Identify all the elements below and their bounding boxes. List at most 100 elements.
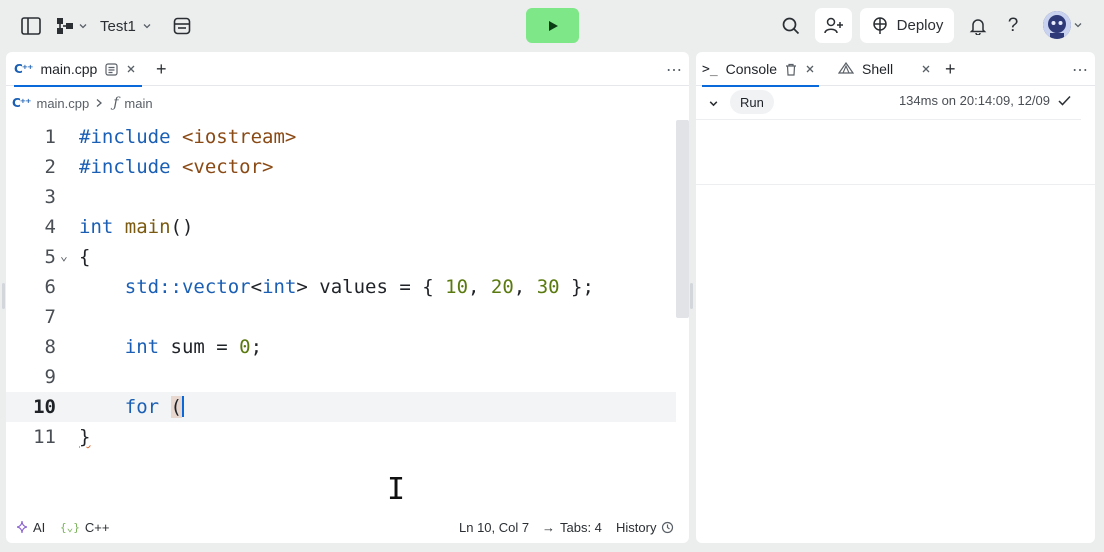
- sidebar-icon: [21, 17, 41, 35]
- close-icon[interactable]: [805, 64, 815, 74]
- breadcrumb: C⁺⁺ main.cpp ƒ main: [12, 93, 153, 113]
- code-line: 1 #include <iostream>: [6, 122, 676, 152]
- run-timestamp: 134ms on 20:14:09, 12/09: [899, 93, 1071, 108]
- workspace-menu-button[interactable]: [56, 13, 88, 39]
- terminal-icon: >_: [702, 61, 718, 77]
- line-number: 9: [44, 366, 56, 388]
- code-token: <: [250, 276, 263, 298]
- editor-more-icon[interactable]: ⋯: [666, 60, 683, 80]
- deploy-button[interactable]: Deploy: [860, 8, 954, 43]
- code-braces-icon: {⌄}: [60, 520, 80, 534]
- new-tab-button[interactable]: +: [156, 52, 167, 86]
- code-line: 7: [6, 302, 676, 332]
- breadcrumb-symbol[interactable]: main: [124, 96, 152, 111]
- chevron-right-icon: [96, 99, 103, 107]
- indentation-button[interactable]: → Tabs: 4: [542, 520, 602, 535]
- console-tab-bar: >_ Console Shell + ⋯: [696, 52, 1095, 87]
- code-token: int: [124, 336, 160, 358]
- line-number: 3: [44, 186, 56, 208]
- ai-label: AI: [33, 519, 46, 535]
- line-number: 11: [33, 426, 56, 448]
- tab-main-cpp[interactable]: C⁺⁺ main.cpp: [14, 52, 143, 87]
- current-code-line: 10 for (: [6, 392, 676, 422]
- invite-button[interactable]: [815, 8, 852, 43]
- code-token-error: }: [79, 426, 91, 448]
- tab-shell[interactable]: Shell: [838, 52, 893, 86]
- project-info-button[interactable]: [167, 11, 197, 41]
- chevron-down-icon[interactable]: [708, 98, 719, 109]
- language-button[interactable]: {⌄} C++: [60, 520, 109, 535]
- code-token: {: [79, 246, 91, 268]
- code-token: for: [124, 396, 160, 418]
- code-token: main: [124, 216, 171, 238]
- help-button[interactable]: ?: [998, 11, 1028, 41]
- editor-panel: C⁺⁺ main.cpp + ⋯ C⁺⁺ main.cpp ƒ main 1 #i…: [6, 52, 689, 543]
- editor-status-bar: AI {⌄} C++ Ln 10, Col 7 → Tabs: 4 Histor…: [6, 511, 689, 543]
- breadcrumb-file[interactable]: main.cpp: [36, 96, 89, 111]
- tabs-label: Tabs: 4: [560, 519, 602, 535]
- cpp-file-icon: C⁺⁺: [14, 62, 34, 76]
- code-token: 10: [445, 276, 469, 298]
- bell-icon: [969, 19, 987, 35]
- code-line: 11}: [6, 422, 676, 452]
- tab-console[interactable]: >_ Console: [702, 52, 820, 87]
- line-number: 10: [33, 396, 56, 418]
- fold-chevron-icon[interactable]: ⌄: [60, 242, 68, 272]
- run-label: Run: [740, 94, 764, 110]
- history-button[interactable]: History: [616, 520, 674, 535]
- run-button[interactable]: [526, 8, 579, 43]
- info-panel-icon: [173, 17, 191, 35]
- code-token: #include: [79, 156, 171, 178]
- run-time-label: 134ms on 20:14:09, 12/09: [898, 93, 1050, 108]
- avatar[interactable]: [1043, 11, 1071, 39]
- code-token: std::vector: [124, 276, 251, 298]
- notifications-button[interactable]: [963, 11, 993, 41]
- code-token: (): [170, 216, 194, 238]
- chevron-down-icon: [143, 24, 151, 29]
- code-line: 5 ⌄ {: [6, 242, 676, 272]
- sidebar-toggle-button[interactable]: [16, 11, 46, 41]
- pane-resize-handle[interactable]: [690, 283, 693, 309]
- code-token: sum =: [159, 336, 240, 358]
- console-more-icon[interactable]: ⋯: [1072, 60, 1089, 80]
- play-icon: [548, 20, 558, 31]
- history-icon: [662, 521, 674, 533]
- cursor-position-label: Ln 10, Col 7: [459, 519, 530, 535]
- left-resize-handle[interactable]: [2, 283, 5, 309]
- line-number: 8: [44, 336, 56, 358]
- code-editor[interactable]: 1 #include <iostream> 2 #include <vector> …: [6, 122, 676, 452]
- ai-sparkle-icon: [16, 520, 28, 534]
- deploy-label: Deploy: [896, 17, 944, 34]
- project-name-button[interactable]: Test1: [100, 13, 152, 39]
- code-line: 9: [6, 362, 676, 392]
- code-token: ,: [513, 276, 537, 298]
- trash-icon[interactable]: [785, 63, 797, 76]
- code-token: 30: [536, 276, 560, 298]
- mouse-ibeam-cursor-icon: I: [387, 472, 406, 507]
- chevron-down-icon: [1074, 23, 1082, 28]
- plus-icon: +: [945, 58, 956, 79]
- search-button[interactable]: [776, 11, 806, 41]
- shell-icon: [838, 62, 854, 74]
- cursor-position[interactable]: Ln 10, Col 7: [459, 520, 529, 535]
- close-icon[interactable]: [921, 64, 931, 74]
- tab-label: main.cpp: [40, 61, 98, 77]
- console-panel: >_ Console Shell + ⋯ Run 134ms on 20:14:…: [696, 52, 1095, 543]
- code-token: 0: [239, 336, 251, 358]
- editor-tab-bar: C⁺⁺ main.cpp + ⋯: [6, 52, 689, 87]
- ai-button[interactable]: AI: [16, 520, 45, 535]
- tab-shell-label: Shell: [862, 61, 894, 77]
- run-chip: Run: [730, 90, 774, 114]
- editor-scrollbar[interactable]: [676, 120, 689, 318]
- preview-icon[interactable]: [105, 62, 118, 76]
- avatar-image: [1043, 11, 1071, 39]
- code-token: #include: [79, 126, 171, 148]
- code-line: 6 std::vector<int> values = { 10, 20, 30…: [6, 272, 676, 302]
- close-icon[interactable]: [126, 64, 136, 74]
- line-number: 5: [44, 246, 56, 268]
- code-line: 3: [6, 182, 676, 212]
- project-name: Test1: [100, 17, 136, 35]
- code-line: 4 int main(): [6, 212, 676, 242]
- account-menu-button[interactable]: [1073, 20, 1083, 30]
- new-tab-button[interactable]: +: [945, 52, 956, 86]
